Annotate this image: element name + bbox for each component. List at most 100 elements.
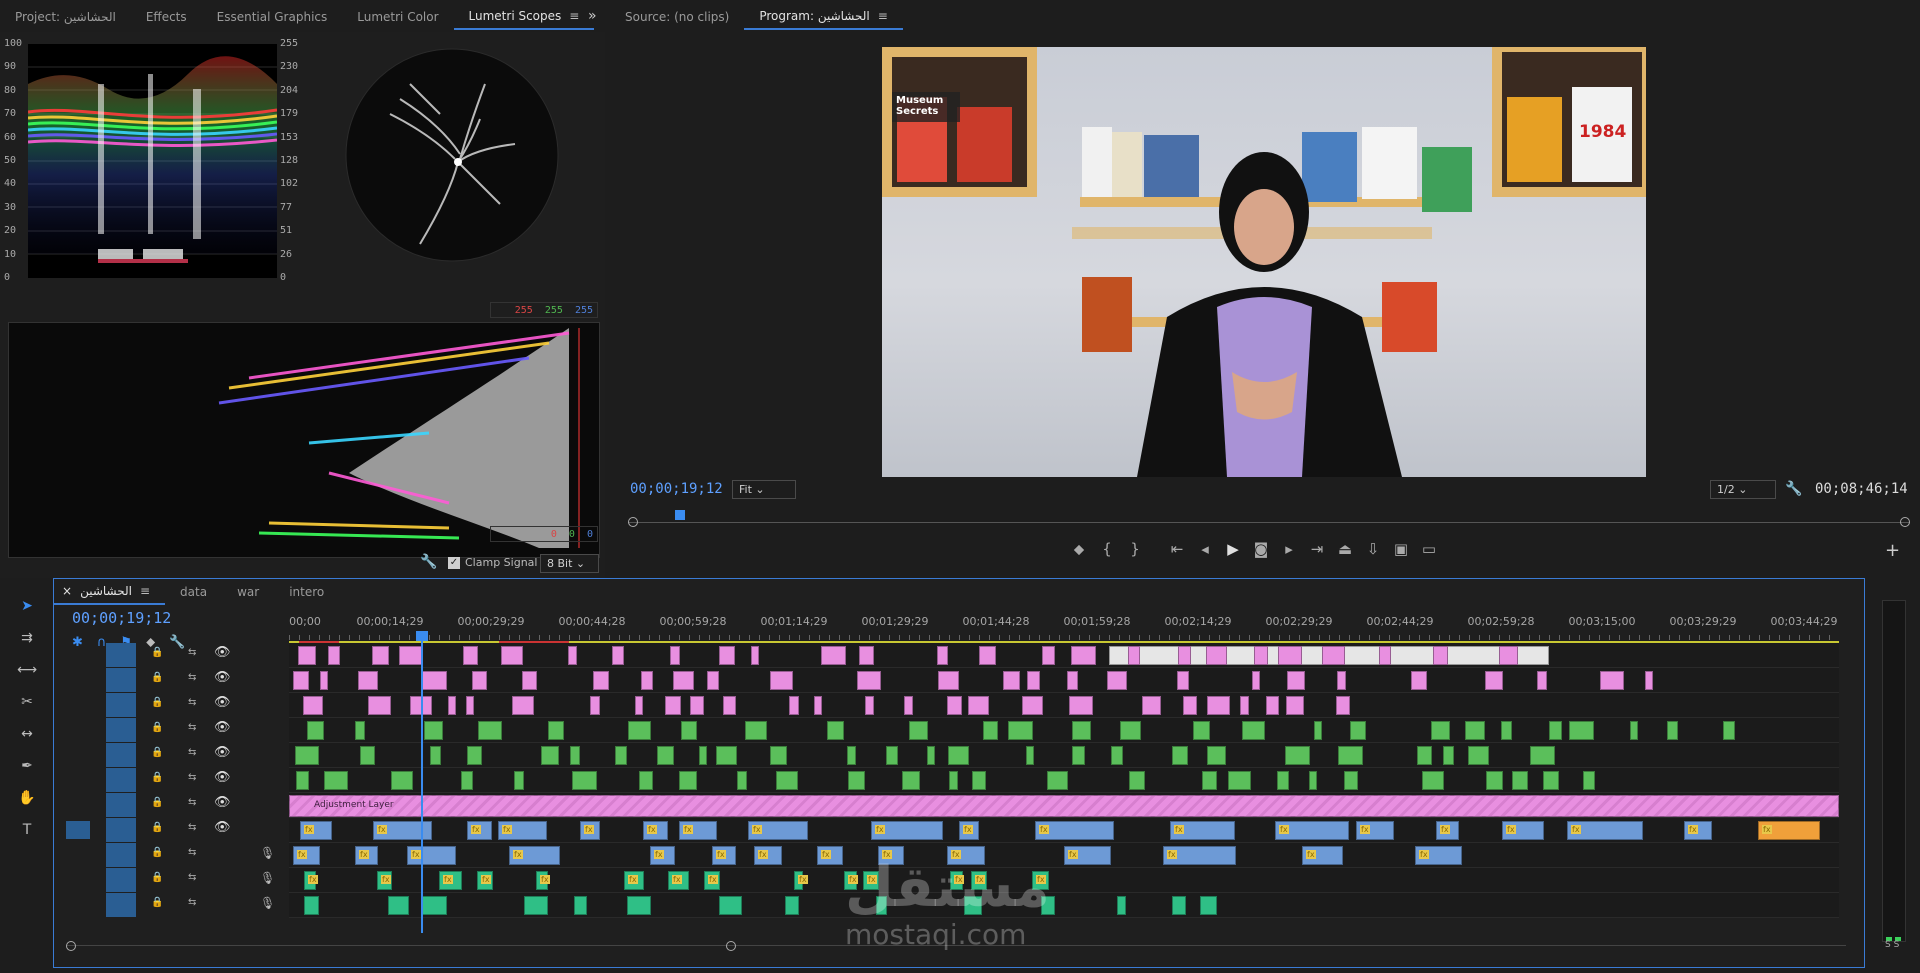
audio-clip[interactable] bbox=[388, 896, 409, 915]
timeline-clip[interactable] bbox=[1583, 771, 1595, 790]
timeline-clip[interactable]: fx bbox=[1356, 821, 1394, 840]
timeline-clip[interactable] bbox=[673, 671, 694, 690]
timeline-clip[interactable] bbox=[512, 696, 534, 715]
scrollbar-right-handle[interactable] bbox=[726, 941, 736, 951]
lock-icon[interactable]: 🔒 bbox=[151, 722, 163, 733]
audio-clip[interactable] bbox=[524, 896, 548, 915]
timeline-clip[interactable] bbox=[1486, 771, 1503, 790]
sync-lock-icon[interactable]: ⇆ bbox=[188, 647, 196, 658]
audio-clip[interactable]: fx bbox=[1415, 846, 1462, 865]
track-target[interactable] bbox=[106, 793, 136, 817]
audio-clip[interactable] bbox=[304, 896, 319, 915]
timeline-clip[interactable] bbox=[1344, 771, 1358, 790]
timeline-clip[interactable] bbox=[983, 721, 998, 740]
lock-icon[interactable]: 🔒 bbox=[151, 647, 163, 658]
lock-icon[interactable]: 🔒 bbox=[151, 872, 163, 883]
track-lane-v1[interactable]: fx fx fx fx fx fx fx fx fx fx fx fx fx fx fx fx fx fx fx bbox=[289, 818, 1839, 843]
timeline-clip[interactable] bbox=[635, 696, 643, 715]
timeline-clip[interactable] bbox=[909, 721, 928, 740]
timeline-clip[interactable] bbox=[1278, 646, 1302, 665]
timeline-clip[interactable] bbox=[1111, 746, 1123, 765]
timeline-clip[interactable] bbox=[615, 746, 627, 765]
wrench-icon[interactable]: 🔧 bbox=[1785, 481, 1802, 497]
audio-clip[interactable]: fx bbox=[377, 871, 392, 890]
add-marker-icon[interactable]: ⬥ bbox=[1065, 540, 1093, 558]
mark-in-icon[interactable]: { bbox=[1093, 540, 1121, 558]
timeline-clip[interactable] bbox=[522, 671, 537, 690]
timeline-clip[interactable] bbox=[448, 696, 456, 715]
lock-icon[interactable]: 🔒 bbox=[151, 897, 163, 908]
program-current-time[interactable]: 00;00;19;12 bbox=[630, 481, 723, 497]
eye-icon[interactable]: 👁 bbox=[214, 720, 231, 735]
timeline-clip[interactable] bbox=[1322, 646, 1345, 665]
audio-clip[interactable]: fx bbox=[439, 871, 462, 890]
timeline-clip[interactable] bbox=[1027, 671, 1040, 690]
eye-icon[interactable]: 👁 bbox=[214, 695, 231, 710]
ripple-edit-tool-icon[interactable]: ⟷ bbox=[16, 659, 38, 681]
timeline-clip[interactable] bbox=[293, 671, 309, 690]
tab-lumetri-scopes[interactable]: Lumetri Scopes ≡ bbox=[453, 4, 595, 30]
sync-lock-icon[interactable]: ⇆ bbox=[188, 697, 196, 708]
timeline-clip[interactable] bbox=[593, 671, 609, 690]
timeline-clip[interactable] bbox=[848, 771, 865, 790]
timeline-clip[interactable] bbox=[1645, 671, 1653, 690]
track-target[interactable] bbox=[106, 718, 136, 742]
audio-clip[interactable]: fx bbox=[1064, 846, 1111, 865]
track-lane-v6[interactable] bbox=[289, 693, 1839, 718]
timeline-clip[interactable] bbox=[478, 721, 502, 740]
timeline-clip[interactable] bbox=[751, 646, 759, 665]
lock-icon[interactable]: 🔒 bbox=[151, 697, 163, 708]
sync-lock-icon[interactable]: ⇆ bbox=[188, 772, 196, 783]
tab-intero[interactable]: intero bbox=[274, 579, 339, 605]
timeline-clip[interactable] bbox=[859, 646, 874, 665]
timeline-clip[interactable] bbox=[399, 646, 422, 665]
track-lane-a1[interactable]: fx fx fx fx fx fx fx fx fx fx fx fx fx fx bbox=[289, 843, 1839, 868]
timeline-clip[interactable] bbox=[639, 771, 653, 790]
timeline-clip[interactable] bbox=[938, 671, 959, 690]
timeline-clip[interactable]: fx bbox=[1684, 821, 1712, 840]
selection-tool-icon[interactable]: ➤ bbox=[16, 595, 38, 617]
track-lane-v2[interactable]: Adjustment Layer bbox=[289, 793, 1839, 818]
timeline-clip[interactable] bbox=[424, 721, 443, 740]
pen-tool-icon[interactable]: ✒ bbox=[16, 755, 38, 777]
track-lane-a2[interactable]: fx fx fx fx fx fx fx fx fx fx fx fx fx fx bbox=[289, 868, 1839, 893]
timeline-clip[interactable]: fx bbox=[1275, 821, 1349, 840]
panel-menu-icon[interactable]: ≡ bbox=[569, 9, 579, 23]
timeline-clip[interactable] bbox=[1067, 671, 1078, 690]
timeline-clip[interactable] bbox=[355, 721, 365, 740]
audio-clip[interactable]: fx bbox=[407, 846, 456, 865]
clamp-signal-checkbox[interactable]: ✓ Clamp Signal bbox=[448, 556, 537, 569]
timeline-clip[interactable]: fx bbox=[1436, 821, 1459, 840]
tab-sequence[interactable]: × الحشاشين ≡ bbox=[54, 579, 166, 605]
timeline-clip[interactable] bbox=[1142, 696, 1161, 715]
timeline-clip[interactable]: fx bbox=[1758, 821, 1820, 840]
fit-dropdown[interactable]: Fit ⌄ bbox=[732, 480, 796, 499]
camera-icon[interactable]: ◙ bbox=[1247, 540, 1275, 558]
audio-clip[interactable] bbox=[627, 896, 651, 915]
timeline-clip[interactable] bbox=[1228, 771, 1251, 790]
timeline-clip[interactable] bbox=[1242, 721, 1265, 740]
step-back-icon[interactable]: ◂ bbox=[1191, 540, 1219, 558]
timeline-clip[interactable] bbox=[1417, 746, 1432, 765]
timeline-clip[interactable] bbox=[320, 671, 328, 690]
go-to-out-icon[interactable]: ⇥ bbox=[1303, 540, 1331, 558]
timeline-clip[interactable] bbox=[422, 671, 447, 690]
timeline-clip[interactable] bbox=[1207, 746, 1226, 765]
timeline-clip[interactable]: fx bbox=[1502, 821, 1544, 840]
timeline-clip[interactable] bbox=[1499, 646, 1518, 665]
timeline-clip[interactable] bbox=[590, 696, 600, 715]
track-lane-v3[interactable] bbox=[289, 768, 1839, 793]
timeline-clip[interactable] bbox=[1431, 721, 1450, 740]
timeline-clip[interactable] bbox=[1178, 646, 1191, 665]
timeline-clip[interactable] bbox=[1207, 696, 1230, 715]
timeline-clip[interactable] bbox=[641, 671, 653, 690]
timeline-clip[interactable] bbox=[1285, 746, 1310, 765]
timeline-clip[interactable] bbox=[657, 746, 674, 765]
hand-tool-icon[interactable]: ✋ bbox=[16, 787, 38, 809]
timeline-clip[interactable] bbox=[979, 646, 996, 665]
program-scrub-bar[interactable] bbox=[628, 510, 1910, 530]
timeline-clip[interactable] bbox=[1569, 721, 1594, 740]
eye-icon[interactable]: 👁 bbox=[214, 820, 231, 835]
track-target[interactable] bbox=[106, 768, 136, 792]
audio-clip[interactable]: fx bbox=[668, 871, 689, 890]
